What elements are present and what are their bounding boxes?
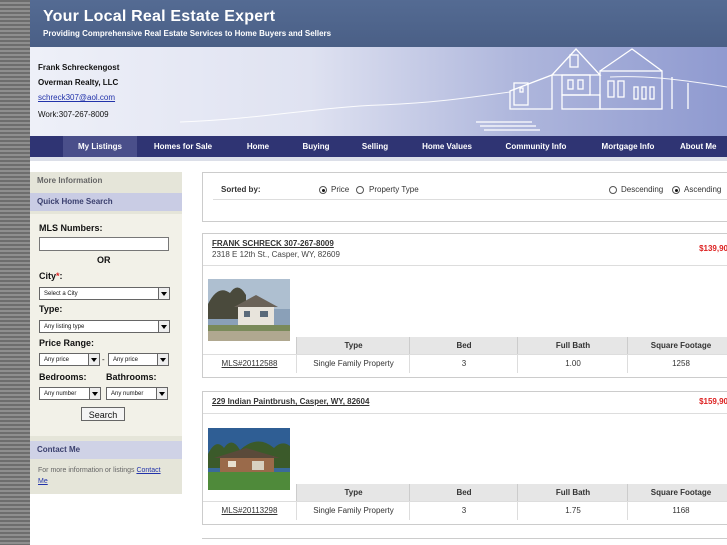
price-max-select[interactable]: Any price: [108, 353, 169, 366]
search-button[interactable]: Search: [81, 407, 125, 421]
listing-divider: [203, 413, 727, 414]
listing-mls-link[interactable]: MLS#20112588: [203, 355, 296, 373]
listing-bed: 3: [409, 355, 518, 373]
listing-photo[interactable]: [208, 279, 290, 341]
agent-email-link[interactable]: schreck307@aol.com: [38, 93, 115, 102]
site-title: Your Local Real Estate Expert: [43, 8, 276, 25]
type-select[interactable]: Any listing type: [39, 320, 170, 333]
listing-full-bath: 1.00: [517, 355, 628, 373]
nav-about-me[interactable]: About Me: [680, 136, 727, 157]
col-type: Type: [296, 484, 410, 501]
agent-work-phone: Work:307-267-8009: [38, 110, 109, 119]
next-listing-edge: [202, 538, 727, 539]
price-min-select[interactable]: Any price: [39, 353, 100, 366]
sort-options: Sorted by: Price Property Type Descendin…: [202, 172, 727, 222]
contact-me-heading: Contact Me: [30, 441, 182, 459]
sort-descending-radio[interactable]: [609, 186, 617, 194]
chevron-down-icon: [158, 321, 169, 332]
bathrooms-select[interactable]: Any number: [106, 387, 168, 400]
nav-home[interactable]: Home: [237, 136, 279, 157]
bedrooms-select[interactable]: Any number: [39, 387, 101, 400]
listing-card: FRANK SCHRECK 307-267-8009 2318 E 12th S…: [202, 233, 727, 378]
agent-company: Overman Realty, LLC: [38, 78, 119, 87]
chevron-down-icon: [157, 354, 168, 365]
listing-type: Single Family Property: [296, 355, 410, 373]
col-square-footage: Square Footage: [627, 337, 727, 354]
mls-numbers-input[interactable]: [39, 237, 169, 251]
contact-me-text: For more information or listings Contact…: [38, 467, 161, 485]
more-information-heading: More Information: [37, 176, 103, 185]
sort-ascending-label: Ascending: [684, 185, 722, 194]
bathrooms-label: Bathrooms:: [106, 372, 157, 382]
col-bed: Bed: [409, 337, 518, 354]
chevron-down-icon: [88, 354, 99, 365]
col-full-bath: Full Bath: [517, 484, 628, 501]
listing-table-header: Type Bed Full Bath Square Footage: [296, 484, 727, 501]
sort-price-label: Price: [331, 185, 350, 194]
city-select[interactable]: Select a City: [39, 287, 170, 300]
price-range-label: Price Range:: [39, 338, 95, 348]
site-header: Your Local Real Estate Expert Providing …: [30, 0, 727, 47]
nav-selling[interactable]: Selling: [352, 136, 398, 157]
col-full-bath: Full Bath: [517, 337, 628, 354]
nav-community-info[interactable]: Community Info: [496, 136, 576, 157]
listing-mls-link[interactable]: MLS#20113298: [203, 502, 296, 520]
col-square-footage: Square Footage: [627, 484, 727, 501]
sort-descending-label: Descending: [621, 185, 664, 194]
nav-homes-for-sale[interactable]: Homes for Sale: [145, 136, 221, 157]
nav-mortgage-info[interactable]: Mortgage Info: [593, 136, 663, 157]
listing-sqft: 1168: [627, 502, 727, 520]
listing-address: 2318 E 12th St., Casper, WY, 82609: [212, 250, 340, 259]
listing-title-link[interactable]: FRANK SCHRECK 307-267-8009: [212, 239, 334, 248]
type-label: Type:: [39, 304, 63, 314]
listing-price: $159,90: [699, 397, 727, 406]
sort-price-radio[interactable]: [319, 186, 327, 194]
nav-home-values[interactable]: Home Values: [412, 136, 482, 157]
bedrooms-label: Bedrooms:: [39, 372, 87, 382]
listing-table-header: Type Bed Full Bath Square Footage: [296, 337, 727, 354]
listing-card: 229 Indian Paintbrush, Casper, WY, 82604…: [202, 391, 727, 525]
chevron-down-icon: [156, 388, 167, 399]
nav-my-listings[interactable]: My Listings: [63, 136, 137, 157]
or-label: OR: [97, 255, 111, 265]
listing-divider: [203, 265, 727, 266]
listing-photo[interactable]: [208, 428, 290, 490]
col-type: Type: [296, 337, 410, 354]
main-navigation: My Listings Homes for Sale Home Buying S…: [30, 136, 727, 157]
sort-property-type-radio[interactable]: [356, 186, 364, 194]
left-edge-stripe: [0, 0, 30, 545]
nav-buying[interactable]: Buying: [293, 136, 339, 157]
sort-property-type-label: Property Type: [369, 185, 419, 194]
listing-title-link[interactable]: 229 Indian Paintbrush, Casper, WY, 82604: [212, 397, 369, 406]
listing-sqft: 1258: [627, 355, 727, 373]
listing-price: $139,90: [699, 244, 727, 253]
listing-type: Single Family Property: [296, 502, 410, 520]
col-bed: Bed: [409, 484, 518, 501]
nav-shadow: [30, 157, 727, 161]
price-range-dash: -: [102, 355, 105, 364]
chevron-down-icon: [158, 288, 169, 299]
city-label: City*:: [39, 271, 63, 281]
mls-numbers-label: MLS Numbers:: [39, 223, 103, 233]
agent-banner: Frank Schreckengost Overman Realty, LLC …: [30, 47, 727, 136]
chevron-down-icon: [89, 388, 100, 399]
quick-home-search-heading: Quick Home Search: [30, 193, 182, 211]
sorted-by-label: Sorted by:: [221, 185, 261, 194]
listing-full-bath: 1.75: [517, 502, 628, 520]
agent-name: Frank Schreckengost: [38, 63, 120, 72]
sort-row: Sorted by: Price Property Type Descendin…: [213, 177, 727, 200]
house-illustration: [180, 48, 727, 131]
site-subtitle: Providing Comprehensive Real Estate Serv…: [43, 29, 332, 38]
listing-bed: 3: [409, 502, 518, 520]
sort-ascending-radio[interactable]: [672, 186, 680, 194]
